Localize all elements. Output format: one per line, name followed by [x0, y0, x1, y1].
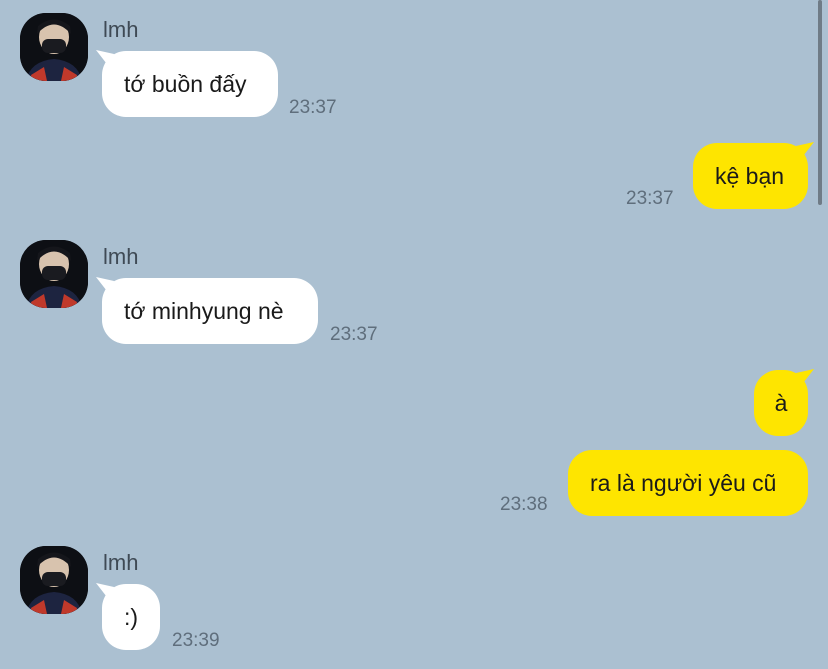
sender-name: lmh	[103, 550, 139, 575]
message-timestamp: 23:37	[330, 324, 378, 345]
avatar-photo-icon	[20, 240, 88, 308]
message-bubble-incoming[interactable]: tớ buồn đấy	[102, 51, 278, 117]
chat-conversation[interactable]: lmh tớ buồn đấy 23:37 23:37 kệ bạn lmh t…	[0, 0, 828, 669]
message-timestamp: 23:38	[500, 494, 548, 515]
avatar-photo-icon	[20, 546, 88, 614]
avatar-photo-icon	[20, 13, 88, 81]
message-bubble-incoming[interactable]: tớ minhyung nè	[102, 278, 318, 344]
bubble-tail	[796, 369, 814, 387]
message-bubble-outgoing[interactable]: kệ bạn	[693, 143, 808, 209]
message-bubble-outgoing[interactable]: ra là người yêu cũ	[568, 450, 808, 516]
scrollbar[interactable]	[818, 0, 822, 205]
sender-name: lmh	[103, 244, 139, 269]
message-bubble-incoming[interactable]: :)	[102, 584, 160, 650]
bubble-tail	[796, 142, 814, 160]
message-timestamp: 23:39	[172, 630, 220, 651]
sender-avatar[interactable]	[20, 546, 88, 614]
message-timestamp: 23:37	[289, 97, 337, 118]
sender-avatar[interactable]	[20, 13, 88, 81]
sender-avatar[interactable]	[20, 240, 88, 308]
sender-name: lmh	[103, 17, 139, 42]
message-timestamp: 23:37	[626, 188, 674, 209]
